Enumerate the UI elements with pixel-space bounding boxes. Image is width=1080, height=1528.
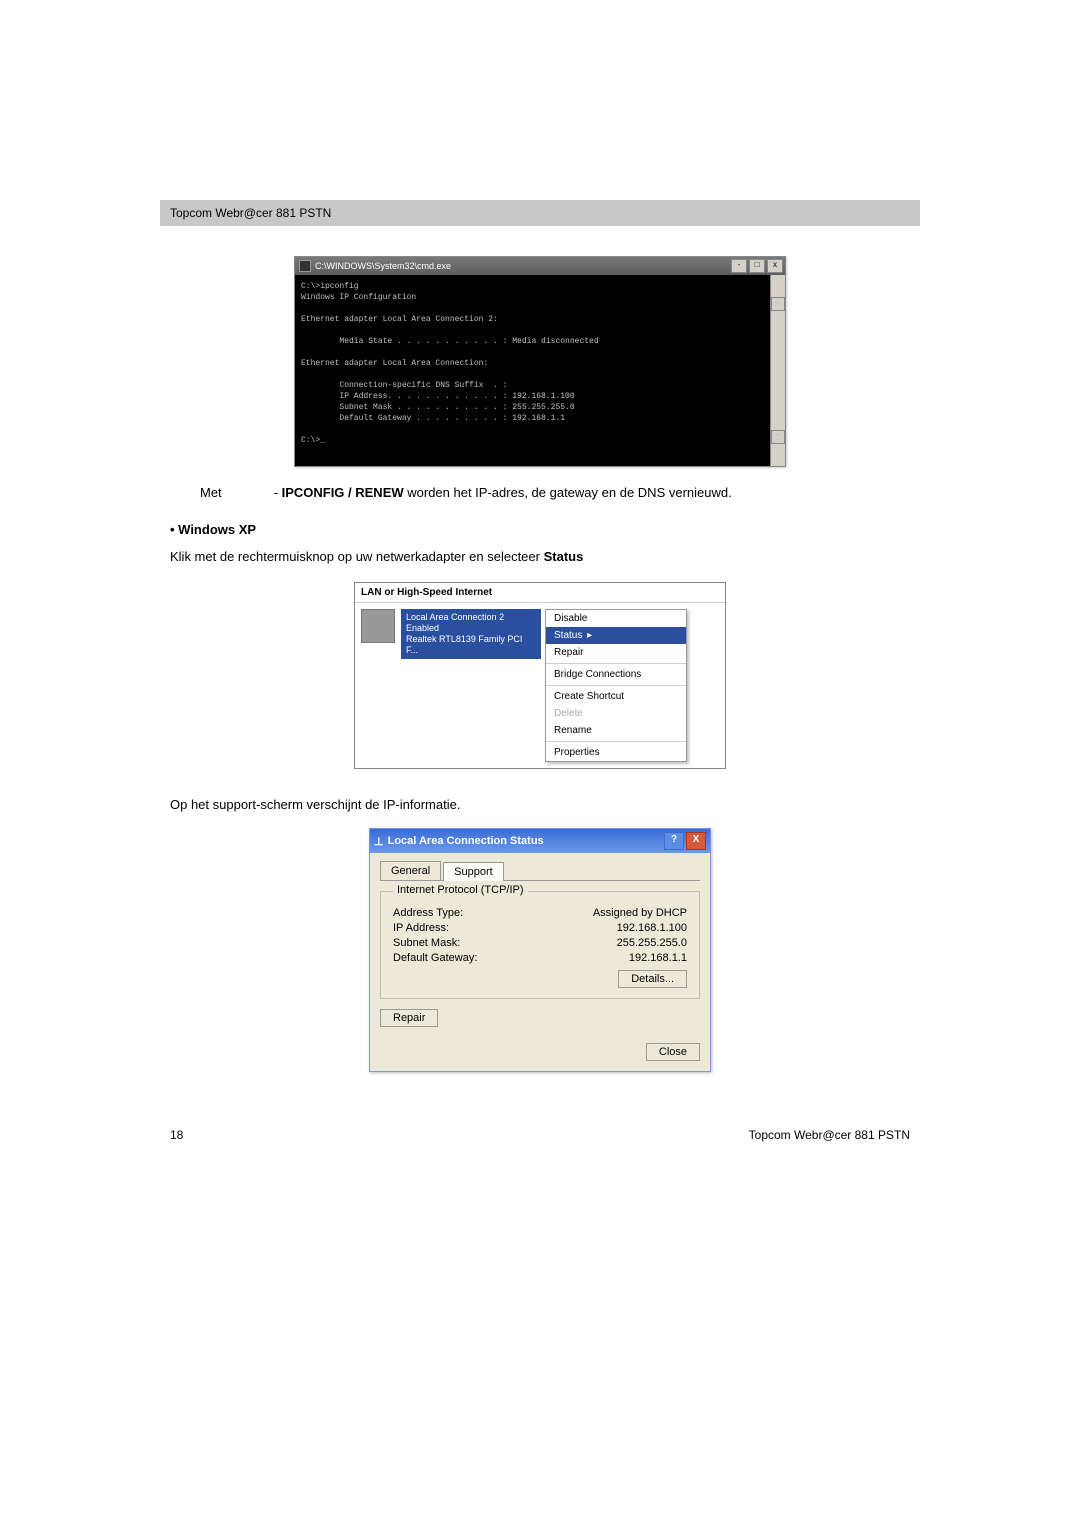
network-icon: ⊥: [374, 835, 384, 848]
scroll-down-icon[interactable]: ▾: [771, 430, 785, 444]
details-button[interactable]: Details...: [618, 970, 687, 988]
help-button[interactable]: ?: [664, 832, 684, 850]
dlg-title: Local Area Connection Status: [384, 835, 662, 847]
close-button[interactable]: X: [686, 832, 706, 850]
dlg-titlebar: ⊥ Local Area Connection Status ? X: [370, 829, 710, 853]
tcpip-group: Internet Protocol (TCP/IP) Address Type:…: [380, 891, 700, 999]
ctx-delete: Delete: [546, 705, 686, 722]
scroll-up-icon[interactable]: ▴: [771, 297, 785, 311]
scrollbar[interactable]: ▴ ▾: [770, 275, 785, 466]
connection-status-dialog: ⊥ Local Area Connection Status ? X Gener…: [369, 828, 711, 1072]
text-support-info: Op het support-scherm verschijnt de IP-i…: [170, 797, 910, 812]
value-address-type: Assigned by DHCP: [593, 907, 687, 919]
network-adapter-item[interactable]: Local Area Connection 2 Enabled Realtek …: [401, 609, 541, 659]
repair-button[interactable]: Repair: [380, 1009, 438, 1027]
cmd-window: C:\WINDOWS\System32\cmd.exe - □ x C:\>ip…: [294, 256, 786, 467]
maximize-button[interactable]: □: [749, 259, 765, 273]
group-title: Internet Protocol (TCP/IP): [393, 884, 528, 896]
cmd-title: C:\WINDOWS\System32\cmd.exe: [315, 261, 729, 271]
label-mask: Subnet Mask:: [393, 937, 460, 949]
network-adapter-icon: [361, 609, 395, 643]
value-gateway: 192.168.1.1: [629, 952, 687, 964]
document-page: Topcom Webr@cer 881 PSTN C:\WINDOWS\Syst…: [170, 200, 910, 1072]
context-menu: Disable Status ▸ Repair Bridge Connectio…: [545, 609, 687, 762]
label-gateway: Default Gateway:: [393, 952, 477, 964]
ctx-status[interactable]: Status ▸: [546, 627, 686, 644]
network-connections-panel: LAN or High-Speed Internet Local Area Co…: [354, 582, 726, 769]
ctx-rename[interactable]: Rename: [546, 722, 686, 739]
tab-general[interactable]: General: [380, 861, 441, 880]
cursor-icon: ▸: [584, 630, 592, 641]
ctx-disable[interactable]: Disable: [546, 610, 686, 627]
tab-support[interactable]: Support: [443, 862, 504, 881]
cmd-icon: [299, 260, 311, 272]
ctx-properties[interactable]: Properties: [546, 744, 686, 761]
text-rightclick-status: Klik met de rechtermuisknop op uw netwer…: [170, 549, 910, 564]
label-ip: IP Address:: [393, 922, 449, 934]
label-address-type: Address Type:: [393, 907, 463, 919]
value-ip: 192.168.1.100: [617, 922, 687, 934]
section-windows-xp: • Windows XP: [170, 522, 910, 537]
ctx-repair[interactable]: Repair: [546, 644, 686, 661]
ctx-header: LAN or High-Speed Internet: [355, 583, 725, 603]
cmd-output: C:\>ipconfig Windows IP Configuration Et…: [295, 275, 785, 466]
page-number: 18: [170, 1128, 183, 1142]
value-mask: 255.255.255.0: [617, 937, 687, 949]
page-footer: 18 Topcom Webr@cer 881 PSTN: [170, 1128, 910, 1142]
minimize-button[interactable]: -: [731, 259, 747, 273]
footer-brand: Topcom Webr@cer 881 PSTN: [749, 1128, 910, 1142]
ctx-bridge[interactable]: Bridge Connections: [546, 666, 686, 683]
page-header: Topcom Webr@cer 881 PSTN: [160, 200, 920, 226]
text-ipconfig-renew: Met - IPCONFIG / RENEW worden het IP-adr…: [200, 485, 910, 500]
close-button[interactable]: x: [767, 259, 783, 273]
tabs: General Support: [380, 861, 700, 881]
close-dialog-button[interactable]: Close: [646, 1043, 700, 1061]
cmd-titlebar: C:\WINDOWS\System32\cmd.exe - □ x: [295, 257, 785, 275]
ctx-shortcut[interactable]: Create Shortcut: [546, 688, 686, 705]
